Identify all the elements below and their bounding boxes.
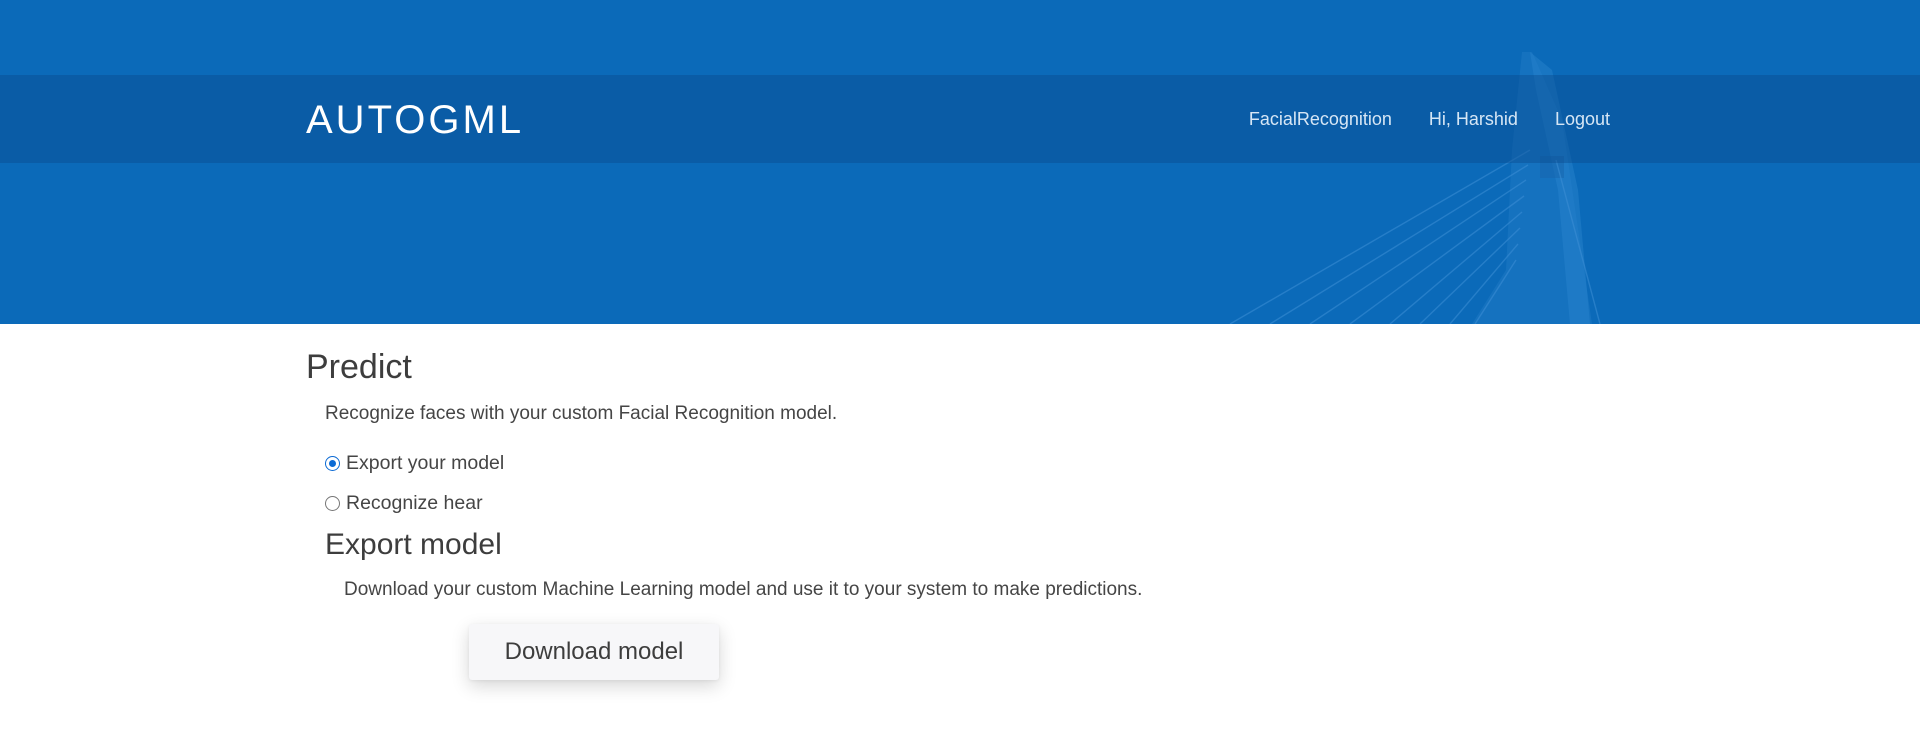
export-section-description: Download your custom Machine Learning mo… bbox=[344, 579, 1143, 600]
download-model-button[interactable]: Download model bbox=[469, 624, 719, 680]
main-content: Predict Recognize faces with your custom… bbox=[0, 324, 1920, 752]
option-export-model[interactable]: Export your model bbox=[325, 452, 504, 475]
nav-link-logout[interactable]: Logout bbox=[1555, 109, 1610, 130]
radio-recognize-here[interactable] bbox=[325, 496, 340, 511]
page-title: Predict bbox=[306, 348, 412, 386]
top-navbar: AUTOGML FacialRecognition Hi, Harshid Lo… bbox=[306, 75, 1610, 163]
nav-link-user-greeting[interactable]: Hi, Harshid bbox=[1429, 109, 1518, 130]
option-export-model-label: Export your model bbox=[346, 452, 505, 474]
nav-link-facial-recognition[interactable]: FacialRecognition bbox=[1249, 109, 1392, 130]
intro-text: Recognize faces with your custom Facial … bbox=[325, 403, 838, 424]
nav-links: FacialRecognition Hi, Harshid Logout bbox=[1249, 109, 1610, 130]
radio-export-model[interactable] bbox=[325, 456, 340, 471]
option-recognize-here[interactable]: Recognize hear bbox=[325, 492, 483, 515]
option-recognize-here-label: Recognize hear bbox=[346, 492, 483, 514]
export-section-title: Export model bbox=[325, 528, 502, 561]
hero-header: AUTOGML FacialRecognition Hi, Harshid Lo… bbox=[0, 0, 1920, 324]
brand-logo[interactable]: AUTOGML bbox=[306, 98, 524, 143]
